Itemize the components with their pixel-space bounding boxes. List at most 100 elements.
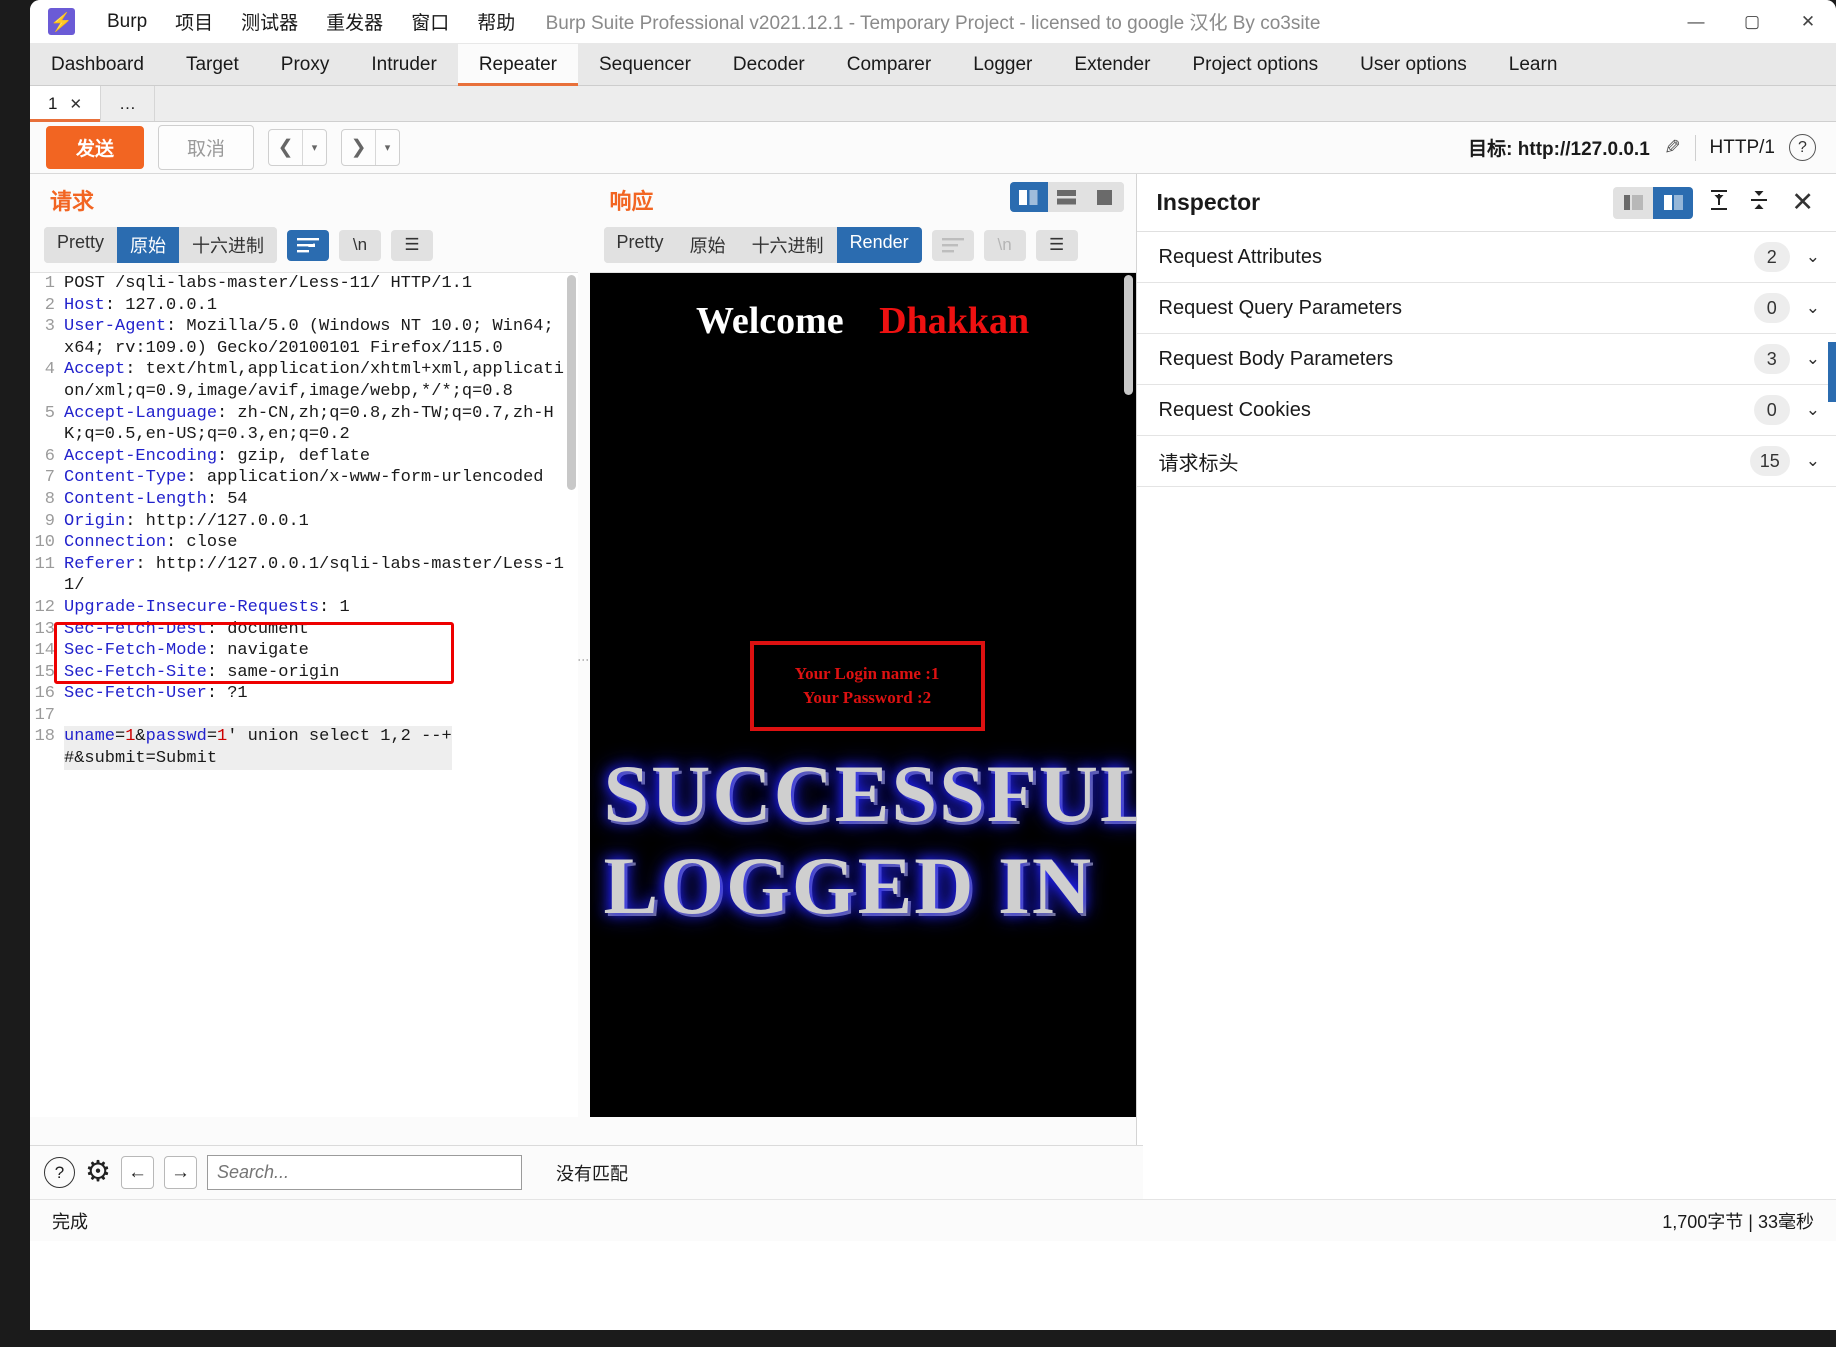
response-menu-icon[interactable]: ☰ [1036, 230, 1078, 261]
line-number: 7 [30, 467, 64, 489]
tab-dashboard[interactable]: Dashboard [30, 44, 165, 85]
repeater-tab-1[interactable]: 1 ✕ [30, 86, 101, 121]
menu-project[interactable]: 项目 [161, 5, 227, 38]
word-wrap-icon[interactable] [287, 230, 329, 261]
tab-project-options[interactable]: Project options [1171, 44, 1339, 85]
inspector-layout-segment [1613, 187, 1693, 219]
window-controls: — ▢ ✕ [1668, 1, 1836, 43]
tab-user-options[interactable]: User options [1339, 44, 1488, 85]
pencil-icon[interactable]: ✎ [1664, 135, 1681, 160]
split-vertical-icon[interactable] [1010, 182, 1048, 212]
request-editor[interactable]: 1POST /sqli-labs-master/Less-11/ HTTP/1.… [30, 272, 578, 1117]
tab-decoder[interactable]: Decoder [712, 44, 826, 85]
forward-dropdown-icon[interactable]: ▾ [375, 130, 399, 165]
find-next-button[interactable]: → [164, 1156, 197, 1189]
tab-logger[interactable]: Logger [952, 44, 1053, 85]
request-tab-hex[interactable]: 十六进制 [179, 227, 277, 263]
menu-window[interactable]: 窗口 [397, 5, 463, 38]
chevron-down-icon[interactable]: ⌄ [1806, 247, 1820, 267]
line-text: Accept: text/html,application/xhtml+xml,… [64, 359, 569, 402]
menu-intruder[interactable]: 测试器 [227, 5, 312, 38]
menu-help[interactable]: 帮助 [463, 5, 529, 38]
back-dropdown-icon[interactable]: ▾ [302, 130, 326, 165]
title-bar: ⚡ Burp 项目 测试器 重发器 窗口 帮助 Burp Suite Profe… [30, 0, 1836, 44]
inspector-row[interactable]: 请求标头15⌄ [1137, 436, 1836, 487]
request-tab-pretty[interactable]: Pretty [44, 227, 117, 263]
inspector-row[interactable]: Request Cookies0⌄ [1137, 385, 1836, 436]
cancel-button[interactable]: 取消 [158, 125, 254, 170]
code-segment: : navigate [207, 641, 309, 660]
tab-extender[interactable]: Extender [1053, 44, 1171, 85]
line-text: Sec-Fetch-Dest: document [64, 619, 309, 641]
response-tab-raw[interactable]: 原始 [677, 227, 739, 263]
newline-icon[interactable]: \n [339, 230, 381, 261]
line-text: uname=1&passwd=1' union select 1,2 --+ #… [64, 726, 452, 769]
gear-icon[interactable]: ⚙ [85, 1158, 111, 1187]
code-segment: : close [166, 533, 237, 552]
inspector-row[interactable]: Request Attributes2⌄ [1137, 232, 1836, 283]
response-newline-icon[interactable]: \n [984, 230, 1026, 261]
response-scrollbar[interactable] [1124, 275, 1133, 395]
menu-burp[interactable]: Burp [93, 8, 161, 36]
inspector-row[interactable]: Request Body Parameters3⌄ [1137, 334, 1836, 385]
response-tab-render[interactable]: Render [837, 227, 922, 263]
forward-button-group[interactable]: ❯ ▾ [341, 129, 400, 166]
chevron-down-icon[interactable]: ⌄ [1806, 349, 1820, 369]
http-version-label[interactable]: HTTP/1 [1710, 137, 1775, 159]
tab-repeater[interactable]: Repeater [458, 44, 578, 85]
welcome-text: Welcome [696, 300, 844, 342]
response-tab-hex[interactable]: 十六进制 [739, 227, 837, 263]
inspector-scroll-indicator[interactable] [1828, 342, 1836, 402]
code-segment: passwd [146, 727, 207, 746]
request-code-line: 7Content-Type: application/x-www-form-ur… [30, 467, 578, 489]
maximize-button[interactable]: ▢ [1724, 1, 1780, 43]
tab-target[interactable]: Target [165, 44, 260, 85]
panel-left-icon[interactable] [1613, 187, 1653, 219]
status-right-label: 1,700字节 | 33毫秒 [1662, 1208, 1814, 1234]
chevron-down-icon[interactable]: ⌄ [1806, 400, 1820, 420]
minimize-button[interactable]: — [1668, 1, 1724, 43]
chevron-down-icon[interactable]: ⌄ [1806, 451, 1820, 471]
request-scrollbar[interactable] [567, 275, 576, 490]
help-icon[interactable]: ? [1789, 134, 1816, 161]
chevron-down-icon[interactable]: ⌄ [1806, 298, 1820, 318]
search-input[interactable] [207, 1155, 522, 1190]
success-graphic: SUCCESSFULLY LOGGED IN [604, 748, 1136, 932]
forward-arrow-icon[interactable]: ❯ [342, 130, 375, 165]
split-horizontal-icon[interactable] [1048, 182, 1086, 212]
close-icon[interactable]: ✕ [69, 95, 82, 113]
request-menu-icon[interactable]: ☰ [391, 230, 433, 261]
code-segment: : ?1 [207, 684, 248, 703]
tab-proxy[interactable]: Proxy [260, 44, 351, 85]
tab-learn[interactable]: Learn [1488, 44, 1579, 85]
inspector-close-icon[interactable]: ✕ [1785, 187, 1820, 218]
back-arrow-icon[interactable]: ❮ [269, 130, 302, 165]
inspector-row[interactable]: Request Query Parameters0⌄ [1137, 283, 1836, 334]
response-tab-pretty[interactable]: Pretty [604, 227, 677, 263]
response-word-wrap-icon[interactable] [932, 230, 974, 261]
request-code-line: 5Accept-Language: zh-CN,zh;q=0.8,zh-TW;q… [30, 403, 578, 446]
request-code-line: 1POST /sqli-labs-master/Less-11/ HTTP/1.… [30, 273, 578, 295]
tab-sequencer[interactable]: Sequencer [578, 44, 712, 85]
single-pane-icon[interactable] [1086, 182, 1124, 212]
panel-right-icon[interactable] [1653, 187, 1693, 219]
back-button-group[interactable]: ❮ ▾ [268, 129, 327, 166]
code-segment: Host [64, 296, 105, 315]
send-button[interactable]: 发送 [46, 126, 144, 169]
expand-all-icon[interactable] [1745, 189, 1773, 217]
response-render-area[interactable]: Welcome Dhakkan Your Login name :1 Your … [590, 272, 1136, 1117]
tab-comparer[interactable]: Comparer [826, 44, 952, 85]
repeater-tab-more[interactable]: … [101, 86, 155, 121]
collapse-all-icon[interactable] [1705, 189, 1733, 217]
request-tab-raw[interactable]: 原始 [117, 227, 179, 263]
tab-intruder[interactable]: Intruder [350, 44, 457, 85]
request-code-line: 16Sec-Fetch-User: ?1 [30, 683, 578, 705]
request-response-splitter[interactable]: ⋮ [578, 174, 590, 1145]
request-code-lines[interactable]: 1POST /sqli-labs-master/Less-11/ HTTP/1.… [30, 273, 578, 770]
code-segment: Accept-Language [64, 404, 217, 423]
find-prev-button[interactable]: ← [121, 1156, 154, 1189]
line-number: 1 [30, 273, 64, 295]
menu-repeater[interactable]: 重发器 [312, 5, 397, 38]
find-help-icon[interactable]: ? [44, 1157, 75, 1188]
close-button[interactable]: ✕ [1780, 1, 1836, 43]
